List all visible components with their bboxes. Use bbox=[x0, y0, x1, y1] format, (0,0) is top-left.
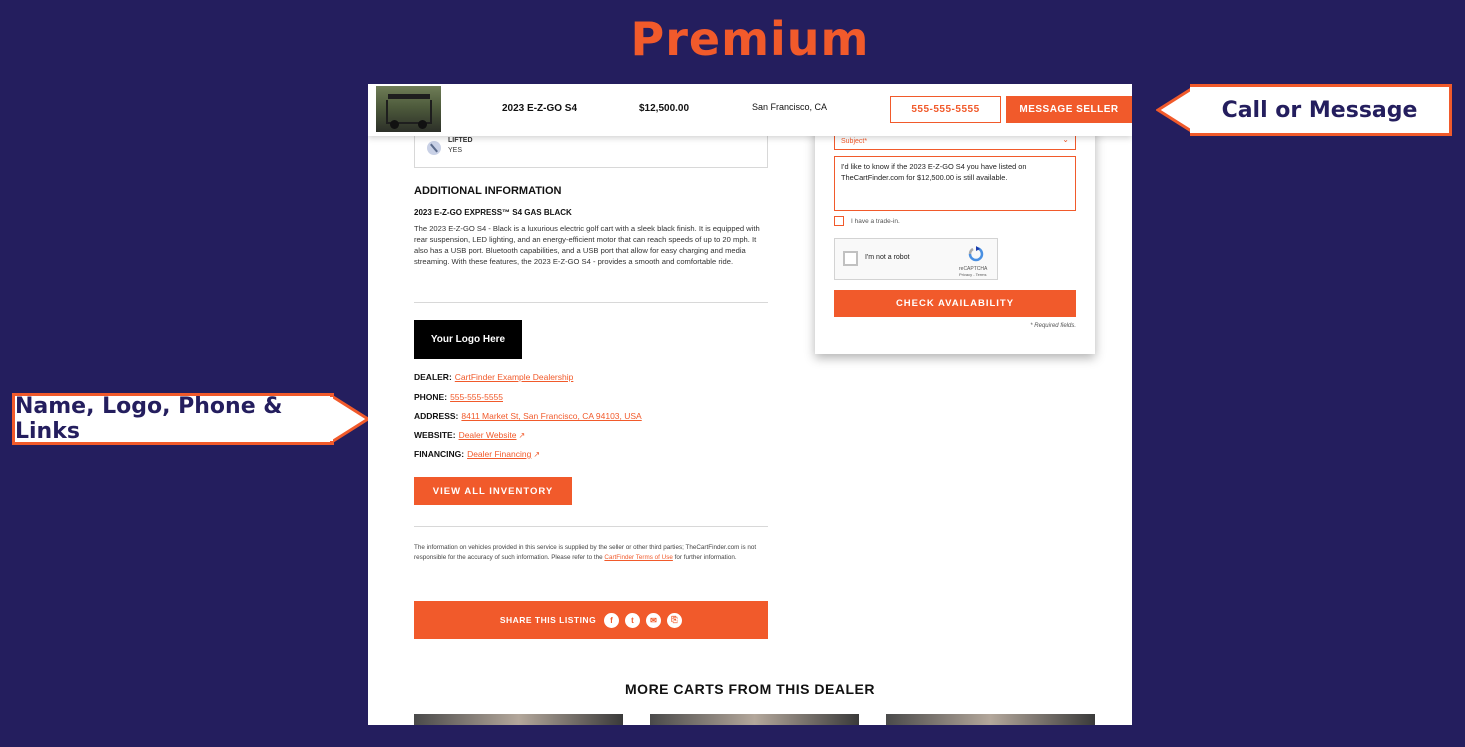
divider bbox=[414, 302, 768, 303]
chevron-down-icon: ⌄ bbox=[1062, 135, 1069, 144]
listing-model: 2023 E-Z-GO S4 bbox=[502, 103, 578, 114]
contact-form: Subject* ⌄ I'd like to know if the 2023 … bbox=[815, 124, 1095, 354]
page-title: Premium bbox=[630, 12, 870, 66]
message-textarea[interactable]: I'd like to know if the 2023 E-Z-GO S4 y… bbox=[834, 156, 1076, 211]
subject-select[interactable]: Subject* ⌄ bbox=[834, 134, 1076, 150]
listing-location: San Francisco, CA bbox=[752, 102, 828, 112]
dealer-link[interactable]: CartFinder Example Dealership bbox=[455, 372, 574, 382]
call-seller-button[interactable]: 555-555-5555 bbox=[890, 96, 1001, 123]
trade-in-checkbox-row[interactable]: I have a trade-in. bbox=[834, 216, 900, 226]
phone-label: PHONE: bbox=[414, 392, 448, 402]
check-availability-button[interactable]: CHECK AVAILABILITY bbox=[834, 290, 1076, 317]
subject-placeholder: Subject* bbox=[841, 138, 868, 145]
cart-thumbnail[interactable] bbox=[376, 86, 441, 132]
external-link-icon: ↗ bbox=[518, 431, 526, 440]
more-cart-thumbnail[interactable] bbox=[650, 714, 859, 725]
financing-label: FINANCING: bbox=[414, 449, 465, 459]
more-cart-thumbnail[interactable] bbox=[414, 714, 623, 725]
copy-link-icon[interactable]: ⎘ bbox=[667, 612, 683, 628]
dealer-label: DEALER: bbox=[414, 372, 452, 382]
spec-lifted-label: LIFTED bbox=[448, 137, 473, 144]
callout-name-logo-phone-links: Name, Logo, Phone & Links bbox=[12, 393, 334, 445]
recaptcha-icon bbox=[968, 246, 984, 262]
divider bbox=[414, 526, 768, 527]
address-label: ADDRESS: bbox=[414, 411, 459, 421]
callout-call-or-message: Call or Message bbox=[1190, 84, 1452, 136]
terms-of-use-link[interactable]: CartFinder Terms of Use bbox=[604, 554, 672, 561]
email-icon[interactable]: ✉ bbox=[646, 612, 662, 628]
trade-in-label: I have a trade-in. bbox=[851, 217, 900, 225]
dealer-phone-row: PHONE: 555-555-5555 bbox=[414, 392, 503, 402]
dealer-website-link[interactable]: Dealer Website bbox=[459, 430, 517, 440]
dealer-financing-row: FINANCING: Dealer Financing ↗ bbox=[414, 449, 540, 459]
facebook-icon[interactable]: f bbox=[604, 612, 620, 628]
website-label: WEBSITE: bbox=[414, 430, 456, 440]
external-link-icon: ↗ bbox=[533, 450, 541, 459]
required-fields-note: * Required fields. bbox=[1030, 323, 1076, 329]
recaptcha-brand: reCAPTCHA Privacy - Terms bbox=[959, 266, 988, 277]
additional-info-heading: ADDITIONAL INFORMATION bbox=[414, 185, 562, 197]
share-label: SHARE THIS LISTING bbox=[499, 615, 597, 625]
dealer-financing-link[interactable]: Dealer Financing bbox=[467, 449, 531, 459]
spec-lifted-value: YES bbox=[448, 147, 463, 154]
listing-screenshot: 2023 E-Z-GO S4 $12,500.00 San Francisco,… bbox=[368, 84, 1132, 725]
disclaimer-tail: for further information. bbox=[674, 554, 737, 561]
lift-icon bbox=[427, 141, 441, 155]
recaptcha-checkbox[interactable] bbox=[843, 251, 858, 266]
dealer-address-link[interactable]: 8411 Market St, San Francisco, CA 94103,… bbox=[461, 411, 641, 421]
dealer-website-row: WEBSITE: Dealer Website ↗ bbox=[414, 430, 525, 440]
message-seller-button[interactable]: MESSAGE SELLER bbox=[1006, 96, 1132, 123]
dealer-name-row: DEALER: CartFinder Example Dealership bbox=[414, 372, 573, 382]
callout-arrow-left bbox=[330, 393, 370, 445]
dealer-address-row: ADDRESS: 8411 Market St, San Francisco, C… bbox=[414, 411, 642, 421]
disclaimer: The information on vehicles provided in … bbox=[414, 543, 764, 563]
view-all-inventory-button[interactable]: VIEW ALL INVENTORY bbox=[414, 477, 572, 505]
recaptcha-widget: I'm not a robot reCAPTCHA Privacy - Term… bbox=[834, 238, 998, 280]
recaptcha-label: I'm not a robot bbox=[865, 254, 910, 261]
dealer-logo: Your Logo Here bbox=[414, 320, 522, 359]
listing-price: $12,500.00 bbox=[639, 103, 690, 114]
dealer-phone-link[interactable]: 555-555-5555 bbox=[450, 392, 503, 402]
trade-in-checkbox[interactable] bbox=[834, 216, 844, 226]
additional-info-body: The 2023 E-Z-GO S4 - Black is a luxuriou… bbox=[414, 224, 760, 266]
twitter-icon[interactable]: t bbox=[625, 612, 641, 628]
additional-info-subheading: 2023 E-Z-GO EXPRESS™ S4 GAS BLACK bbox=[414, 208, 572, 217]
more-carts-heading: MORE CARTS FROM THIS DEALER bbox=[625, 681, 875, 697]
more-cart-thumbnail[interactable] bbox=[886, 714, 1095, 725]
sticky-listing-bar: 2023 E-Z-GO S4 $12,500.00 San Francisco,… bbox=[368, 84, 1132, 136]
share-bar: SHARE THIS LISTING f t ✉ ⎘ bbox=[414, 601, 768, 639]
